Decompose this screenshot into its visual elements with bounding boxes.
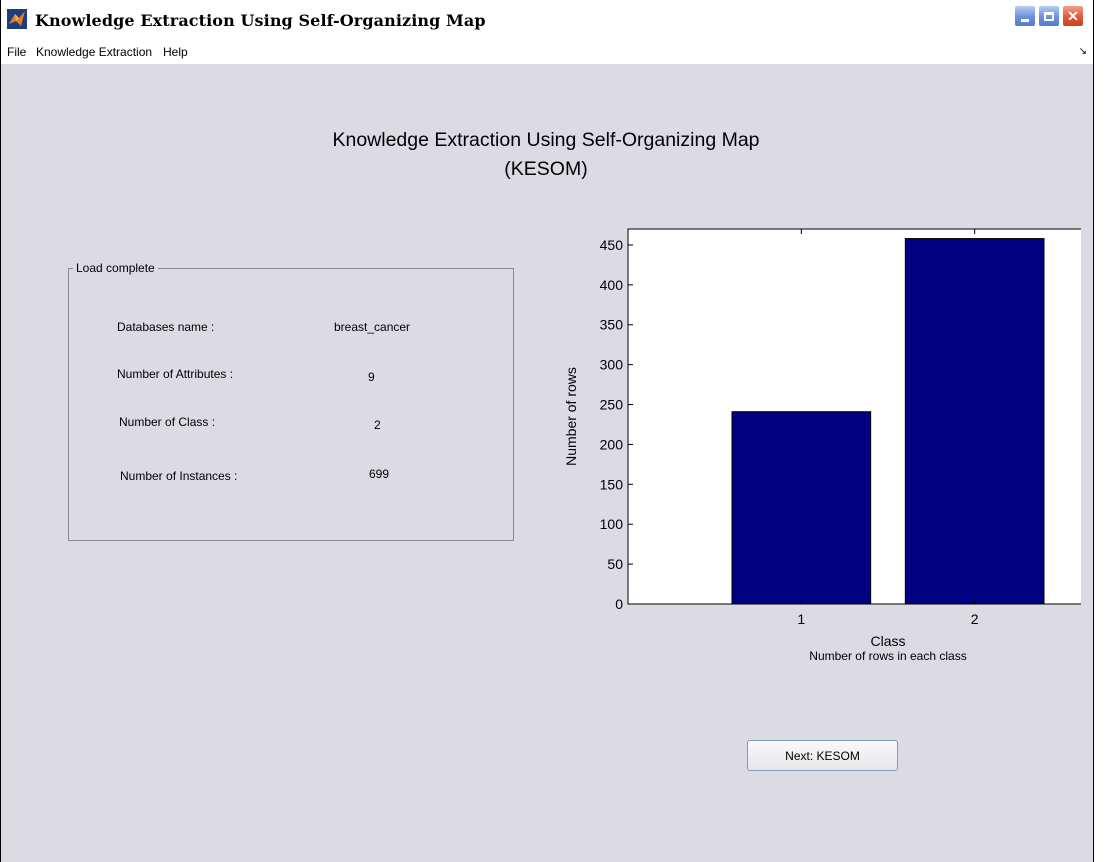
chart-subtitle: Number of rows in each class (809, 649, 966, 663)
panel-title: Load complete (73, 261, 158, 275)
y-tick-label: 250 (600, 397, 624, 413)
title-bar[interactable]: Knowledge Extraction Using Self-Organizi… (1, 0, 1093, 38)
page-heading: Knowledge Extraction Using Self-Organizi… (231, 126, 861, 184)
class-value: 2 (374, 418, 381, 432)
class-bar-chart: 0 50 100 150 200 250 300 350 400 450 1 2 Class Number… (521, 210, 1081, 680)
attributes-label: Number of Attributes : (117, 367, 234, 381)
bar-class-1 (731, 411, 872, 605)
dock-arrow-icon[interactable]: ↘ (1079, 46, 1087, 57)
x-tick-label: 2 (971, 611, 979, 627)
class-label: Number of Class : (119, 415, 216, 429)
menu-bar: File Knowledge Extraction Help ↘ (1, 38, 1093, 64)
database-name-value: breast_cancer (334, 320, 411, 334)
close-button[interactable]: ✕ (1062, 5, 1084, 27)
heading-title: Knowledge Extraction Using Self-Organizi… (332, 129, 760, 151)
y-tick-label: 50 (607, 556, 623, 572)
close-icon: ✕ (1067, 8, 1079, 24)
menu-knowledge-extraction[interactable]: Knowledge Extraction (36, 45, 152, 59)
maximize-button[interactable] (1038, 5, 1060, 27)
minimize-icon (1021, 19, 1029, 22)
y-tick-label: 100 (600, 516, 624, 532)
menu-file[interactable]: File (7, 45, 26, 59)
chart-svg: 0501001502002503003504004501 2ClassNumber… (563, 228, 1081, 663)
y-axis-label: Number of rows (563, 367, 579, 466)
y-tick-label: 150 (600, 476, 624, 492)
y-tick-label: 0 (615, 596, 623, 612)
bar-class-2 (904, 238, 1045, 605)
y-tick-label: 400 (600, 277, 624, 293)
maximize-icon (1044, 11, 1054, 21)
x-tick-label: 1 (797, 611, 805, 627)
next-kesom-button[interactable]: Next: KESOM (747, 740, 898, 771)
instances-value: 699 (369, 467, 390, 481)
instances-label: Number of Instances : (120, 469, 238, 483)
database-name-label: Databases name : (117, 320, 215, 334)
matlab-icon (7, 9, 27, 29)
minimize-button[interactable] (1014, 5, 1036, 27)
window-title: Knowledge Extraction Using Self-Organizi… (35, 11, 486, 30)
heading-subtitle: (KESOM) (504, 158, 588, 180)
y-tick-label: 350 (600, 317, 624, 333)
y-tick-label: 200 (600, 436, 624, 452)
menu-help[interactable]: Help (163, 45, 188, 59)
app-window: Knowledge Extraction Using Self-Organizi… (0, 0, 1094, 862)
x-axis-label: Class (870, 633, 905, 649)
y-tick-label: 300 (600, 357, 624, 373)
y-tick-label: 450 (600, 237, 624, 253)
attributes-value: 9 (368, 370, 375, 384)
load-status-panel (68, 268, 514, 541)
